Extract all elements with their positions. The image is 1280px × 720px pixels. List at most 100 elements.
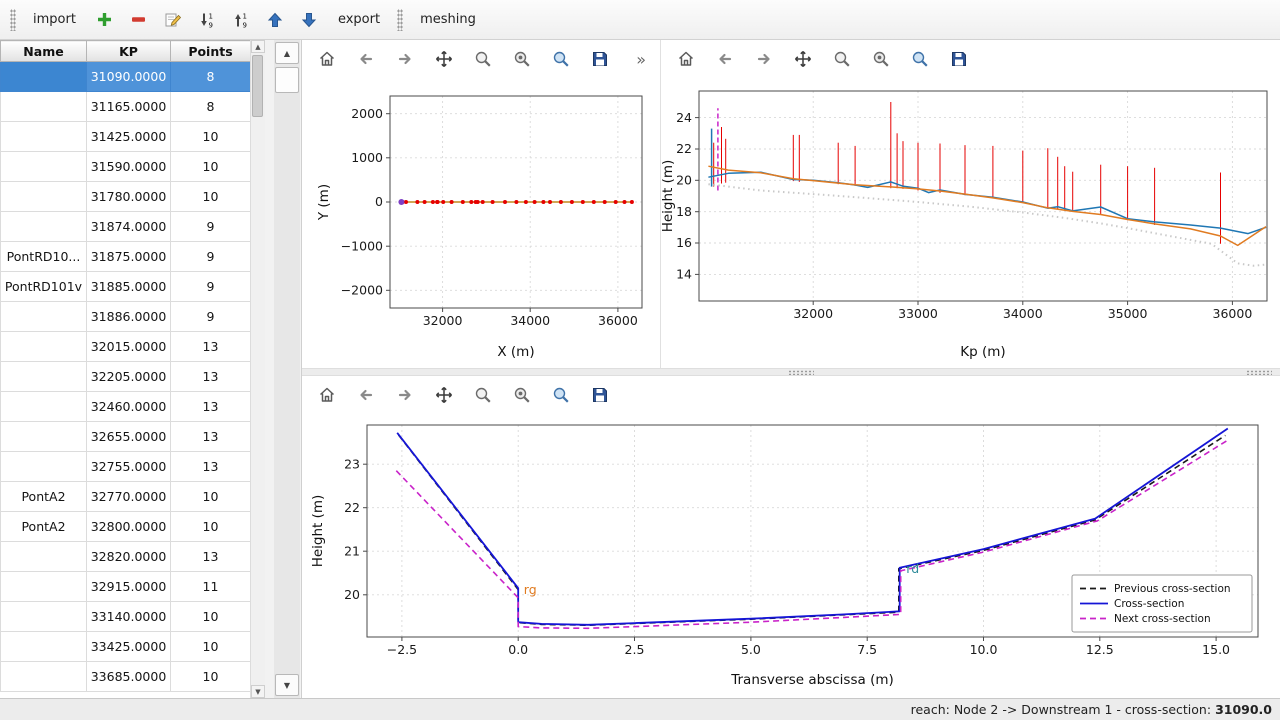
- cell-kp[interactable]: 31886.0000: [87, 302, 171, 332]
- cell-kp[interactable]: 32770.0000: [87, 482, 171, 512]
- table-row[interactable]: 31425.000010: [1, 122, 251, 152]
- cell-kp[interactable]: 31165.0000: [87, 92, 171, 122]
- toolbar-handle[interactable]: [10, 9, 16, 31]
- table-scrollbar[interactable]: ▲ ▼: [250, 40, 265, 698]
- back-button[interactable]: [351, 44, 381, 74]
- cell-kp[interactable]: 32015.0000: [87, 332, 171, 362]
- back-button[interactable]: [351, 380, 381, 410]
- scrollbar-track[interactable]: [251, 53, 265, 685]
- save-button[interactable]: [585, 44, 615, 74]
- table-row[interactable]: 33425.000010: [1, 632, 251, 662]
- home-button[interactable]: [671, 44, 701, 74]
- cell-points[interactable]: 13: [171, 542, 251, 572]
- cell-kp[interactable]: 31874.0000: [87, 212, 171, 242]
- panel-scroll-up-button[interactable]: ▲: [275, 42, 299, 64]
- table-row[interactable]: 31165.00008: [1, 92, 251, 122]
- toolbar-overflow-chevron[interactable]: »: [636, 50, 650, 69]
- table-row[interactable]: 33140.000010: [1, 602, 251, 632]
- cell-kp[interactable]: 31090.0000: [87, 62, 171, 92]
- cell-name[interactable]: [1, 302, 87, 332]
- import-button[interactable]: import: [22, 6, 87, 34]
- cell-points[interactable]: 13: [171, 332, 251, 362]
- cell-kp[interactable]: 32915.0000: [87, 572, 171, 602]
- scroll-up-button[interactable]: ▲: [251, 40, 265, 53]
- cell-points[interactable]: 13: [171, 362, 251, 392]
- panel-scrollbar[interactable]: ▲ ▼: [274, 40, 300, 698]
- cell-kp[interactable]: 31780.0000: [87, 182, 171, 212]
- scroll-down-button[interactable]: ▼: [251, 685, 265, 698]
- figure-options-button[interactable]: [507, 44, 537, 74]
- save-button[interactable]: [585, 380, 615, 410]
- pan-button[interactable]: [788, 44, 818, 74]
- cell-name[interactable]: [1, 122, 87, 152]
- meshing-button[interactable]: meshing: [409, 6, 487, 34]
- cell-name[interactable]: PontRD10...: [1, 242, 87, 272]
- cell-name[interactable]: [1, 662, 87, 692]
- cell-kp[interactable]: 32820.0000: [87, 542, 171, 572]
- table-row[interactable]: 31874.00009: [1, 212, 251, 242]
- back-button[interactable]: [710, 44, 740, 74]
- cell-points[interactable]: 9: [171, 242, 251, 272]
- table-row[interactable]: 32015.000013: [1, 332, 251, 362]
- zoom-button[interactable]: [468, 380, 498, 410]
- zoom-button[interactable]: [468, 44, 498, 74]
- cell-kp[interactable]: 32655.0000: [87, 422, 171, 452]
- pan-button[interactable]: [429, 44, 459, 74]
- table-row[interactable]: 32755.000013: [1, 452, 251, 482]
- edit-button[interactable]: [157, 5, 189, 35]
- cell-name[interactable]: [1, 392, 87, 422]
- figure-options-button[interactable]: [866, 44, 896, 74]
- cell-kp[interactable]: 32800.0000: [87, 512, 171, 542]
- cell-points[interactable]: 10: [171, 122, 251, 152]
- cell-name[interactable]: [1, 92, 87, 122]
- save-button[interactable]: [944, 44, 974, 74]
- cell-points[interactable]: 9: [171, 212, 251, 242]
- figure-options-button[interactable]: [507, 380, 537, 410]
- move-up-button[interactable]: [259, 5, 291, 35]
- cell-name[interactable]: [1, 332, 87, 362]
- export-button[interactable]: export: [327, 6, 391, 34]
- table-row[interactable]: 32205.000013: [1, 362, 251, 392]
- column-header-points[interactable]: Points: [171, 41, 251, 62]
- cell-name[interactable]: [1, 422, 87, 452]
- forward-button[interactable]: [390, 44, 420, 74]
- splitter-grip[interactable]: [1246, 370, 1272, 375]
- cross-section-chart[interactable]: −2.50.02.55.07.510.012.515.020212223Tran…: [302, 412, 1274, 694]
- cell-points[interactable]: 13: [171, 392, 251, 422]
- cell-name[interactable]: [1, 602, 87, 632]
- home-button[interactable]: [312, 44, 342, 74]
- splitter-grip[interactable]: [788, 370, 814, 375]
- cell-kp[interactable]: 32460.0000: [87, 392, 171, 422]
- table-row[interactable]: 32655.000013: [1, 422, 251, 452]
- cell-points[interactable]: 10: [171, 602, 251, 632]
- pan-button[interactable]: [429, 380, 459, 410]
- table-row[interactable]: PontRD101v31885.00009: [1, 272, 251, 302]
- cell-name[interactable]: [1, 152, 87, 182]
- table-row[interactable]: 31780.000010: [1, 182, 251, 212]
- horizontal-splitter[interactable]: [302, 368, 1280, 376]
- table-row[interactable]: 31590.000010: [1, 152, 251, 182]
- cell-points[interactable]: 10: [171, 482, 251, 512]
- table-row[interactable]: 31886.00009: [1, 302, 251, 332]
- column-header-name[interactable]: Name: [1, 41, 87, 62]
- table-row[interactable]: PontA232770.000010: [1, 482, 251, 512]
- cell-name[interactable]: [1, 572, 87, 602]
- zoom-region-button[interactable]: [905, 44, 935, 74]
- cell-kp[interactable]: 31885.0000: [87, 272, 171, 302]
- cell-points[interactable]: 10: [171, 182, 251, 212]
- cell-kp[interactable]: 31425.0000: [87, 122, 171, 152]
- cell-kp[interactable]: 31875.0000: [87, 242, 171, 272]
- cell-points[interactable]: 10: [171, 632, 251, 662]
- longitudinal-profile-chart[interactable]: 3200033000340003500036000141618202224Kp …: [661, 76, 1279, 366]
- zoom-region-button[interactable]: [546, 44, 576, 74]
- forward-button[interactable]: [390, 380, 420, 410]
- cell-points[interactable]: 9: [171, 272, 251, 302]
- cell-points[interactable]: 13: [171, 452, 251, 482]
- plan-view-chart[interactable]: 320003400036000−2000−1000010002000X (m)Y…: [302, 76, 656, 366]
- add-cross-section-button[interactable]: [89, 5, 121, 35]
- cell-name[interactable]: [1, 362, 87, 392]
- zoom-button[interactable]: [827, 44, 857, 74]
- move-down-button[interactable]: [293, 5, 325, 35]
- cell-name[interactable]: PontA2: [1, 482, 87, 512]
- scrollbar-thumb[interactable]: [252, 55, 263, 117]
